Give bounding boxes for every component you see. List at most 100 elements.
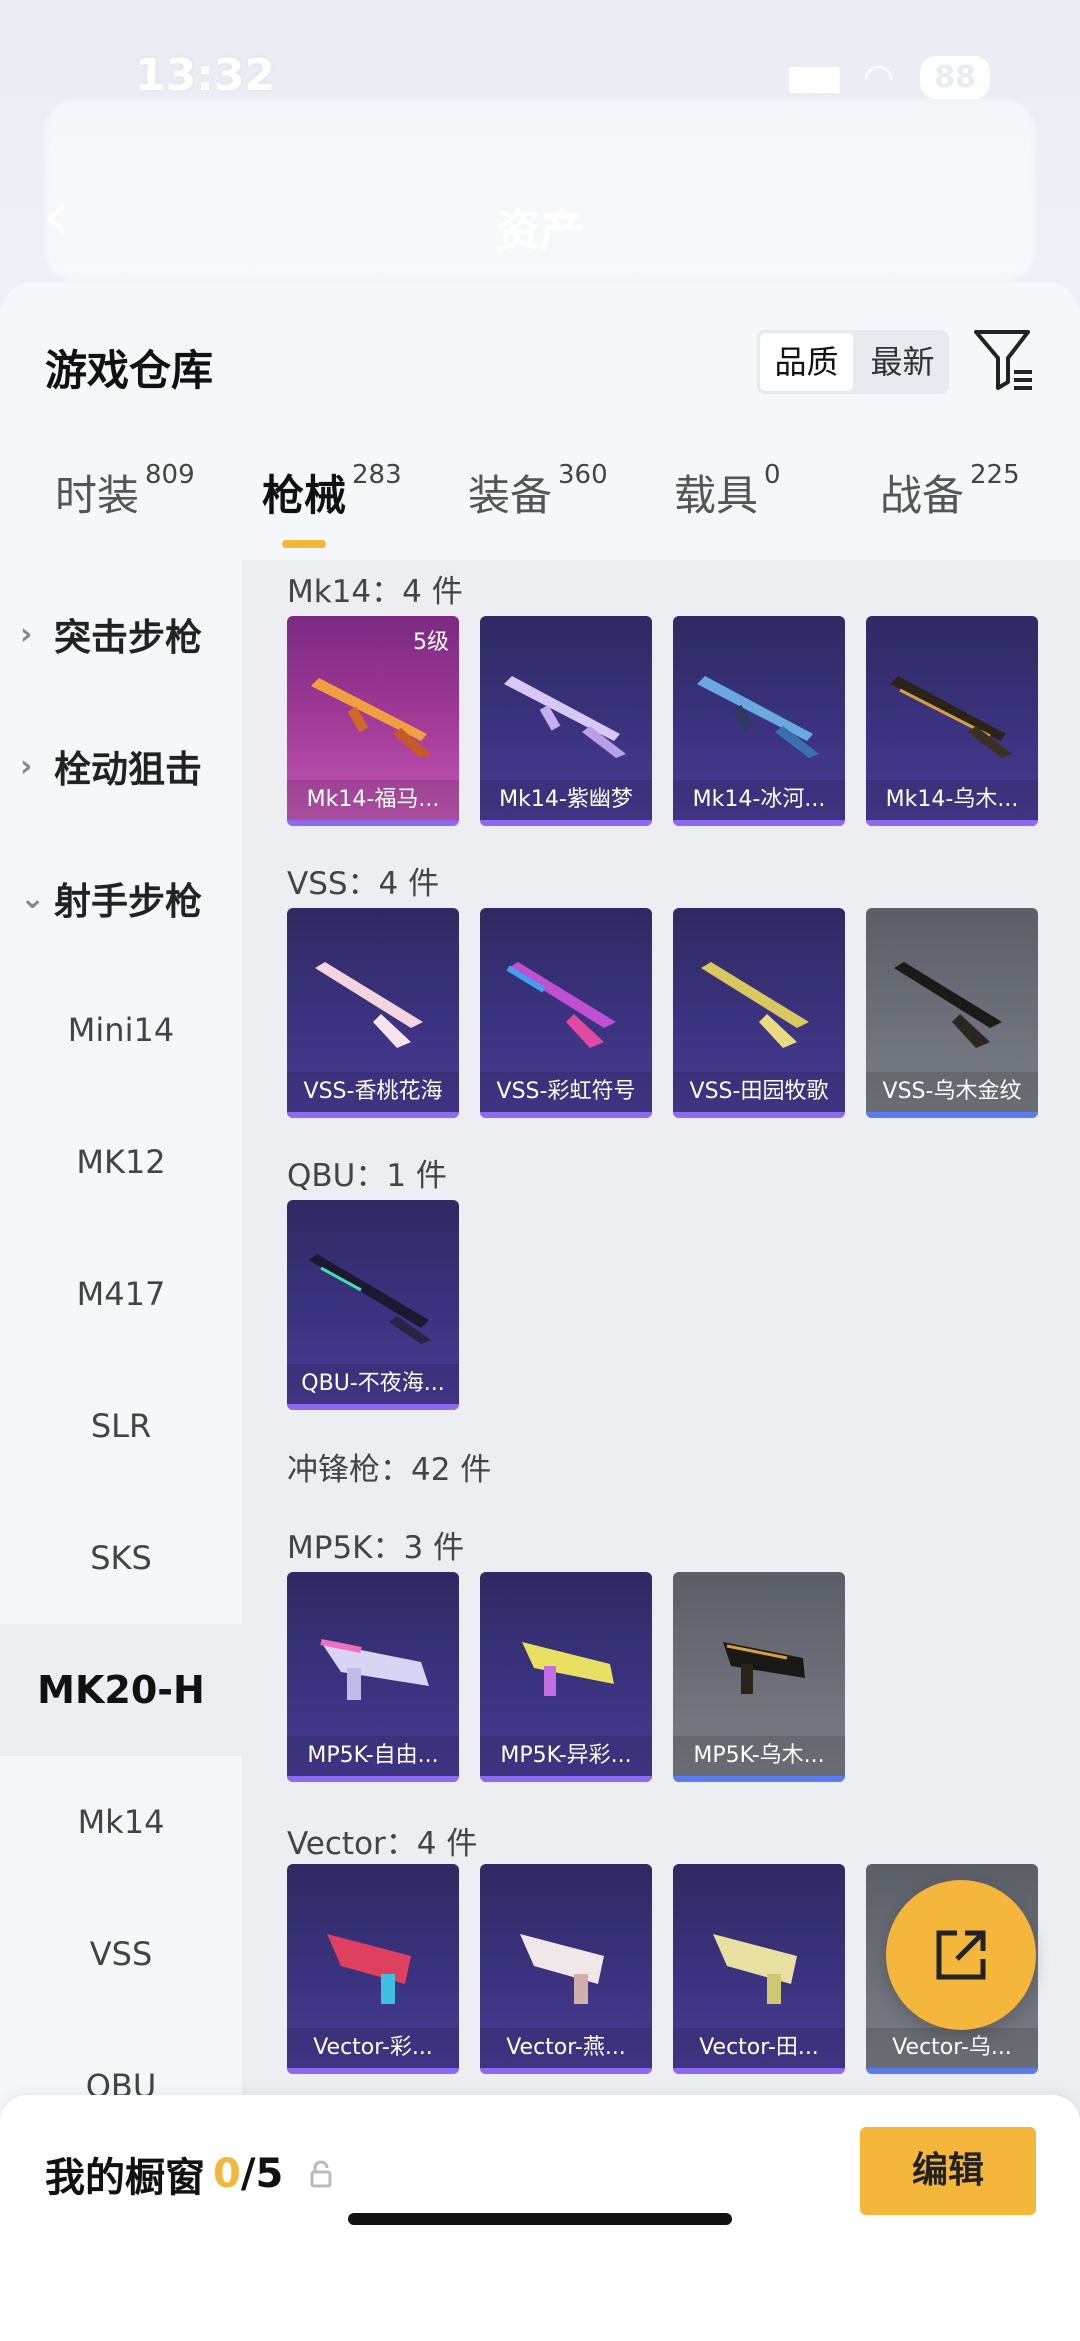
- sidebar-group-assault-rifle[interactable]: › 突击步枪: [0, 568, 242, 700]
- tab-supplies[interactable]: 战备 225: [880, 460, 1020, 523]
- external-link-icon: [936, 1930, 986, 1980]
- sort-newest-button[interactable]: 最新: [856, 330, 949, 394]
- weapon-card[interactable]: VSS-乌木金纹: [866, 908, 1038, 1118]
- chevron-right-icon: ›: [20, 616, 33, 652]
- sidebar-item-mk14[interactable]: Mk14: [0, 1756, 242, 1888]
- rarity-bar: [480, 1112, 652, 1118]
- level-badge: 5级: [413, 630, 449, 655]
- section-label-smg: 冲锋枪：42 件: [287, 1452, 492, 1488]
- rarity-bar: [480, 2068, 652, 2074]
- status-time: 13:32: [135, 50, 276, 101]
- rarity-bar: [866, 2068, 1038, 2074]
- battery-icon: 88: [920, 56, 990, 99]
- weapon-card[interactable]: Mk14-紫幽梦: [480, 616, 652, 826]
- weapon-card[interactable]: Vector-彩...: [287, 1864, 459, 2074]
- section-label-mp5k: MP5K：3 件: [287, 1530, 465, 1566]
- status-icons: ▮▮▮▮ ◠ 88: [786, 56, 990, 99]
- smg-icon: [520, 1934, 604, 2004]
- weapon-card[interactable]: VSS-香桃花海: [287, 908, 459, 1118]
- smg-icon: [327, 1934, 411, 2004]
- section-label-vss: VSS：4 件: [287, 866, 440, 902]
- lock-icon: [310, 2160, 332, 2188]
- tab-count: 0: [764, 460, 781, 490]
- rarity-bar: [866, 1112, 1038, 1118]
- share-fab-button[interactable]: [886, 1880, 1036, 2030]
- weapon-card[interactable]: Vector-燕...: [480, 1864, 652, 2074]
- weapon-card[interactable]: MP5K-乌木...: [673, 1572, 845, 1782]
- weapon-type-sidebar: › 突击步枪 › 栓动狙击 ⌄ 射手步枪 Mini14 MK12 M417 SL…: [0, 560, 242, 2341]
- sort-toggle: 品质 最新: [757, 330, 949, 394]
- weapon-name: Vector-燕...: [480, 2028, 652, 2068]
- rarity-bar: [480, 1776, 652, 1782]
- section-label-mk14: Mk14：4 件: [287, 574, 463, 610]
- weapon-card[interactable]: Mk14-冰河...: [673, 616, 845, 826]
- tab-count: 360: [558, 460, 608, 490]
- rifle-icon: [506, 962, 616, 1048]
- rifle-icon: [311, 678, 431, 758]
- rarity-bar: [287, 1112, 459, 1118]
- tab-equipment[interactable]: 装备 360: [468, 460, 608, 523]
- tab-vehicles[interactable]: 载具 0: [674, 460, 781, 523]
- sort-quality-button[interactable]: 品质: [760, 333, 853, 391]
- tab-outfits[interactable]: 时装 809: [55, 460, 195, 523]
- sidebar-item-slr[interactable]: SLR: [0, 1360, 242, 1492]
- sidebar-item-vss[interactable]: VSS: [0, 1888, 242, 2020]
- tab-label: 时装: [55, 471, 140, 520]
- weapon-card[interactable]: VSS-田园牧歌: [673, 908, 845, 1118]
- weapon-name: VSS-田园牧歌: [673, 1072, 845, 1112]
- wifi-icon: ◠: [862, 57, 895, 98]
- tab-label: 战备: [880, 471, 965, 520]
- rifle-icon: [309, 1254, 431, 1344]
- weapon-name: Mk14-福马...: [287, 780, 459, 820]
- warehouse-sheet: 游戏仓库 品质 最新 时装 809 枪械 283 装备 360 载具 0 战备 …: [0, 282, 1080, 2341]
- chevron-down-icon: ⌄: [20, 880, 46, 916]
- smg-icon: [723, 1642, 805, 1694]
- rarity-bar: [673, 1776, 845, 1782]
- sidebar-item-sks[interactable]: SKS: [0, 1492, 242, 1624]
- rifle-icon: [701, 962, 809, 1048]
- weapon-name: Mk14-乌木...: [866, 780, 1038, 820]
- rarity-bar: [287, 1404, 459, 1410]
- rifle-icon: [894, 962, 1002, 1048]
- rifle-icon: [890, 676, 1012, 758]
- weapon-name: Mk14-冰河...: [673, 780, 845, 820]
- tab-count: 283: [352, 460, 402, 490]
- smg-icon: [320, 1639, 429, 1700]
- weapon-card[interactable]: MP5K-异彩...: [480, 1572, 652, 1782]
- weapon-card[interactable]: 5级 Mk14-福马...: [287, 616, 459, 826]
- rarity-bar: [673, 2068, 845, 2074]
- page-title: 资产: [496, 206, 584, 257]
- section-label-vector: Vector：4 件: [287, 1826, 478, 1862]
- home-indicator: [348, 2213, 732, 2225]
- showcase-total: /5: [240, 2151, 284, 2197]
- rifle-icon: [697, 676, 819, 758]
- top-header: 13:32 ▮▮▮▮ ◠ 88 ‹ 资产: [0, 0, 1080, 290]
- weapon-card[interactable]: QBU-不夜海...: [287, 1200, 459, 1410]
- rarity-bar: [673, 1112, 845, 1118]
- sidebar-group-marksman-rifle[interactable]: ⌄ 射手步枪: [0, 832, 242, 964]
- sidebar-group-bolt-sniper[interactable]: › 栓动狙击: [0, 700, 242, 832]
- sidebar-item-m417[interactable]: M417: [0, 1228, 242, 1360]
- category-tabs: 时装 809 枪械 283 装备 360 载具 0 战备 225: [0, 460, 1080, 552]
- weapon-card[interactable]: Mk14-乌木...: [866, 616, 1038, 826]
- rarity-bar: [866, 820, 1038, 826]
- weapon-card[interactable]: Vector-田...: [673, 1864, 845, 2074]
- edit-button[interactable]: 编辑: [860, 2127, 1036, 2215]
- weapon-name: VSS-香桃花海: [287, 1072, 459, 1112]
- tab-weapons[interactable]: 枪械 283: [262, 460, 402, 523]
- sidebar-group-label: 栓动狙击: [54, 748, 202, 791]
- rarity-bar: [480, 820, 652, 826]
- weapon-card[interactable]: MP5K-自由...: [287, 1572, 459, 1782]
- tab-label: 枪械: [262, 471, 347, 520]
- showcase-status: 我的橱窗 0 /5: [45, 2145, 333, 2203]
- tab-label: 装备: [468, 471, 553, 520]
- rarity-bar: [673, 820, 845, 826]
- chevron-right-icon: ›: [20, 748, 33, 784]
- filter-icon[interactable]: [972, 326, 1036, 394]
- weapon-card[interactable]: VSS-彩虹符号: [480, 908, 652, 1118]
- weapon-name: VSS-乌木金纹: [866, 1072, 1038, 1112]
- sidebar-item-mini14[interactable]: Mini14: [0, 964, 242, 1096]
- signal-icon: ▮▮▮▮: [785, 57, 843, 98]
- sidebar-item-mk20h[interactable]: MK20-H: [0, 1624, 242, 1756]
- sidebar-item-mk12[interactable]: MK12: [0, 1096, 242, 1228]
